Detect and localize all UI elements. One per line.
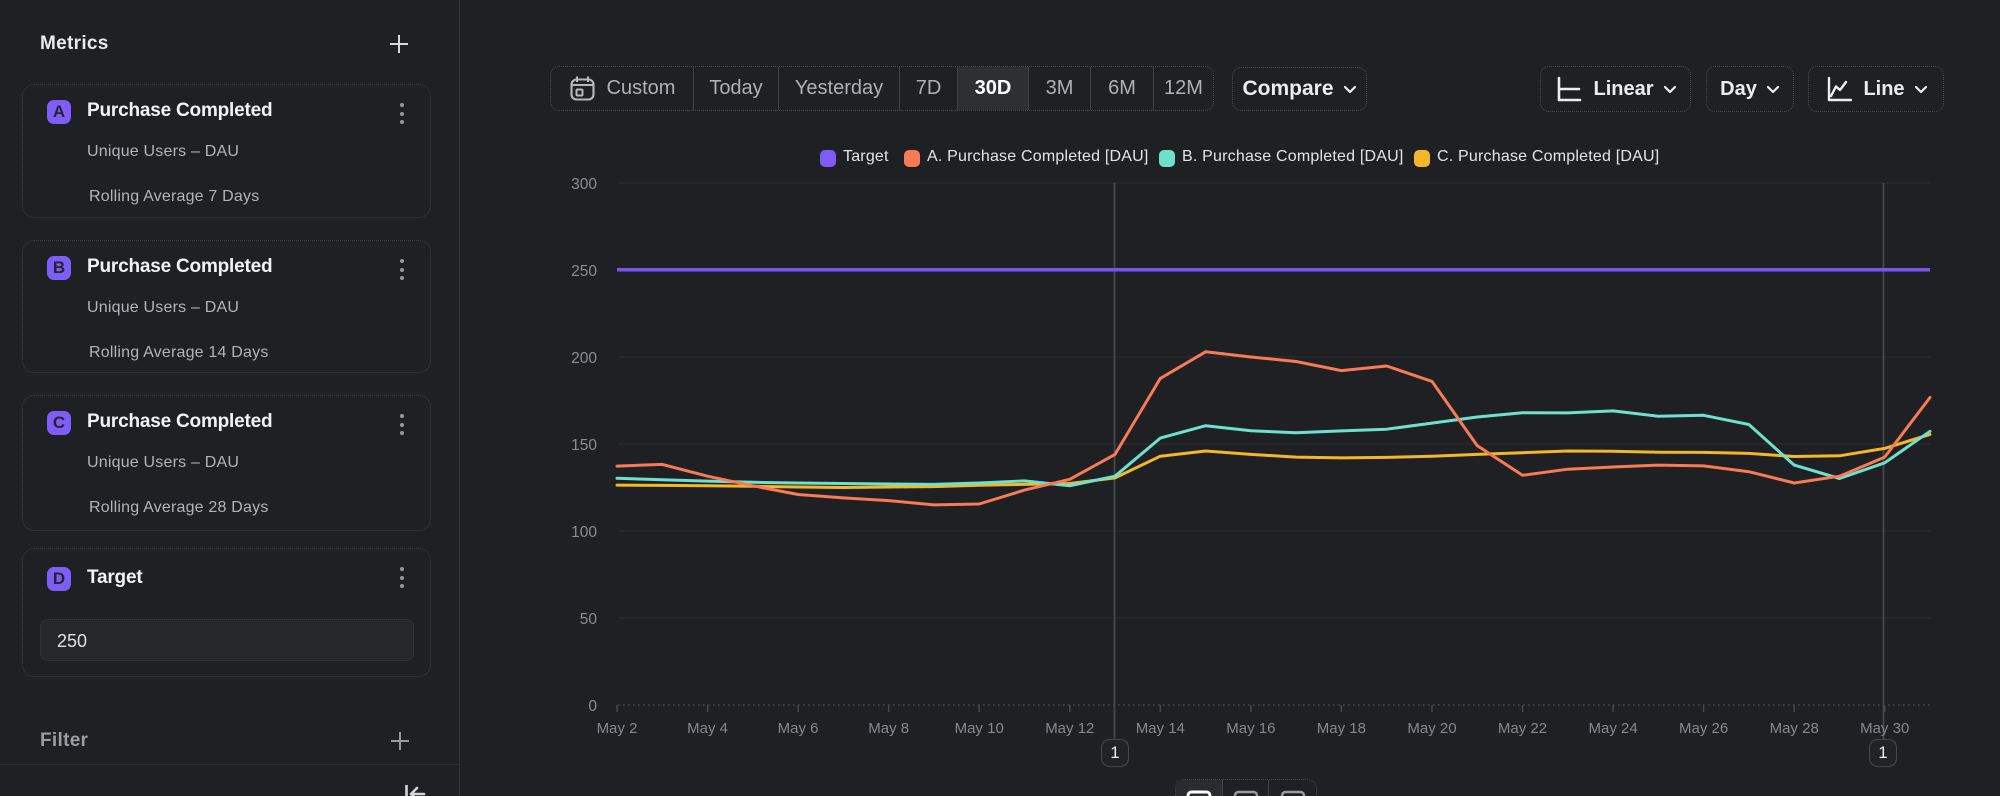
- svg-text:50: 50: [580, 611, 598, 628]
- svg-text:100: 100: [571, 524, 597, 541]
- svg-text:May 22: May 22: [1498, 720, 1547, 737]
- svg-text:May 18: May 18: [1317, 720, 1366, 737]
- svg-text:May 8: May 8: [868, 720, 909, 737]
- svg-text:May 26: May 26: [1679, 720, 1728, 737]
- svg-text:May 4: May 4: [687, 720, 728, 737]
- svg-text:300: 300: [571, 176, 597, 193]
- svg-text:May 24: May 24: [1588, 720, 1637, 737]
- svg-text:150: 150: [571, 437, 597, 454]
- svg-text:May 6: May 6: [778, 720, 819, 737]
- svg-text:200: 200: [571, 350, 597, 367]
- svg-text:May 14: May 14: [1136, 720, 1185, 737]
- svg-text:May 28: May 28: [1770, 720, 1819, 737]
- svg-text:May 10: May 10: [955, 720, 1004, 737]
- svg-text:250: 250: [571, 263, 597, 280]
- svg-text:May 2: May 2: [597, 720, 638, 737]
- svg-text:May 12: May 12: [1045, 720, 1094, 737]
- svg-text:0: 0: [588, 698, 597, 715]
- svg-text:May 16: May 16: [1226, 720, 1275, 737]
- svg-text:May 20: May 20: [1407, 720, 1456, 737]
- svg-text:May 30: May 30: [1860, 720, 1909, 737]
